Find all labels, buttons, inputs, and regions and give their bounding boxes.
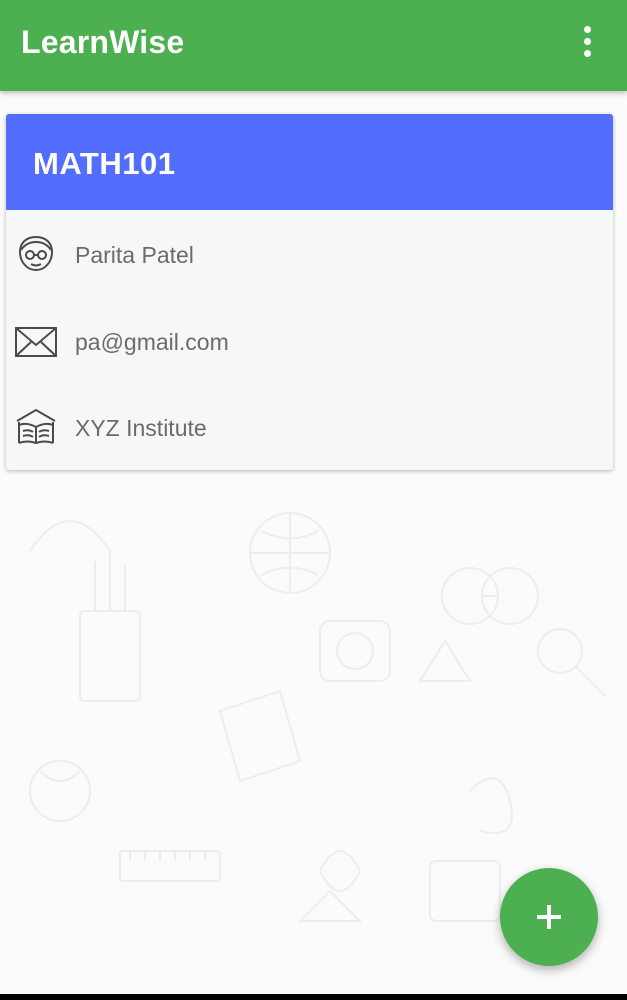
course-code: MATH101 <box>33 146 176 181</box>
app-bar: LearnWise <box>0 0 627 91</box>
app-title: LearnWise <box>21 24 185 60</box>
institute-icon <box>16 408 56 445</box>
email-address: pa@gmail.com <box>75 329 229 355</box>
institute-row: XYZ Institute <box>6 387 613 467</box>
institute-name: XYZ Institute <box>75 415 207 441</box>
email-row: pa@gmail.com <box>6 301 613 381</box>
more-vert-icon[interactable] <box>570 20 606 64</box>
teacher-row: Parita Patel <box>6 214 613 294</box>
bottom-edge <box>0 994 627 1000</box>
teacher-name: Parita Patel <box>75 242 194 268</box>
teacher-icon <box>18 235 54 272</box>
course-card[interactable]: MATH101 Parita Patel pa@gmail.com XYZ In… <box>6 114 613 470</box>
course-card-header: MATH101 <box>6 114 613 210</box>
mail-icon <box>15 327 57 357</box>
add-course-button[interactable] <box>500 868 598 966</box>
